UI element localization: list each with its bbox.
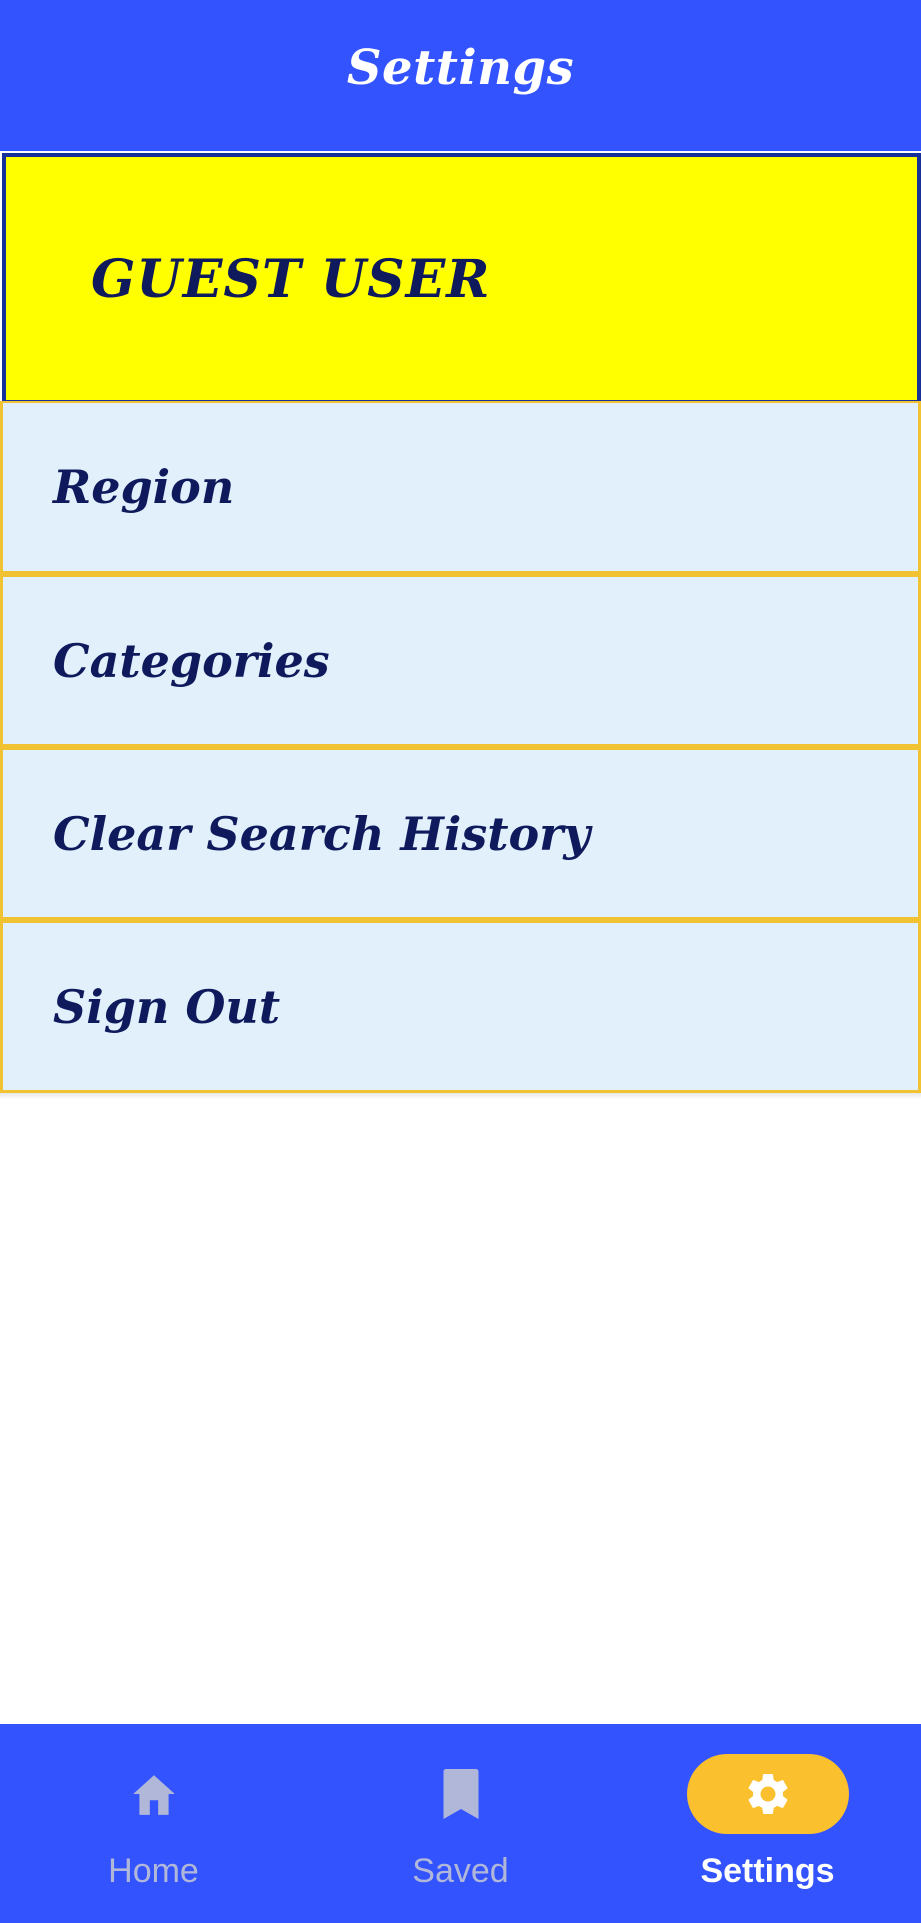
app-bar: Settings bbox=[0, 0, 921, 151]
settings-screen: Settings GUEST USER Region Categories Cl… bbox=[0, 0, 921, 1923]
guest-user-card[interactable]: GUEST USER bbox=[2, 153, 921, 404]
settings-item-label: Clear Search History bbox=[53, 806, 591, 861]
nav-icon-container bbox=[73, 1754, 235, 1834]
page-title: Settings bbox=[346, 39, 575, 96]
home-icon bbox=[132, 1775, 175, 1815]
gear-icon bbox=[748, 1774, 787, 1814]
settings-item-sign-out[interactable]: Sign Out bbox=[0, 920, 921, 1093]
nav-icon-container bbox=[380, 1754, 542, 1834]
list-shadow bbox=[0, 1093, 921, 1099]
settings-item-label: Region bbox=[53, 460, 235, 514]
bookmark-icon bbox=[443, 1769, 478, 1819]
nav-label: Home bbox=[108, 1852, 199, 1890]
nav-item-saved[interactable]: Saved bbox=[307, 1724, 614, 1923]
nav-label: Settings bbox=[700, 1852, 835, 1890]
user-name: GUEST USER bbox=[91, 249, 491, 310]
nav-item-settings[interactable]: Settings bbox=[614, 1724, 921, 1923]
settings-item-categories[interactable]: Categories bbox=[0, 574, 921, 747]
nav-label: Saved bbox=[412, 1852, 509, 1890]
nav-item-home[interactable]: Home bbox=[0, 1724, 307, 1923]
settings-item-region[interactable]: Region bbox=[0, 401, 921, 574]
settings-list: Region Categories Clear Search History S… bbox=[0, 401, 921, 1093]
bottom-navigation: Home Saved Settings bbox=[0, 1724, 921, 1923]
settings-item-clear-search-history[interactable]: Clear Search History bbox=[0, 747, 921, 920]
settings-item-label: Sign Out bbox=[53, 979, 281, 1034]
nav-icon-pill bbox=[686, 1754, 849, 1834]
settings-item-label: Categories bbox=[53, 633, 330, 688]
